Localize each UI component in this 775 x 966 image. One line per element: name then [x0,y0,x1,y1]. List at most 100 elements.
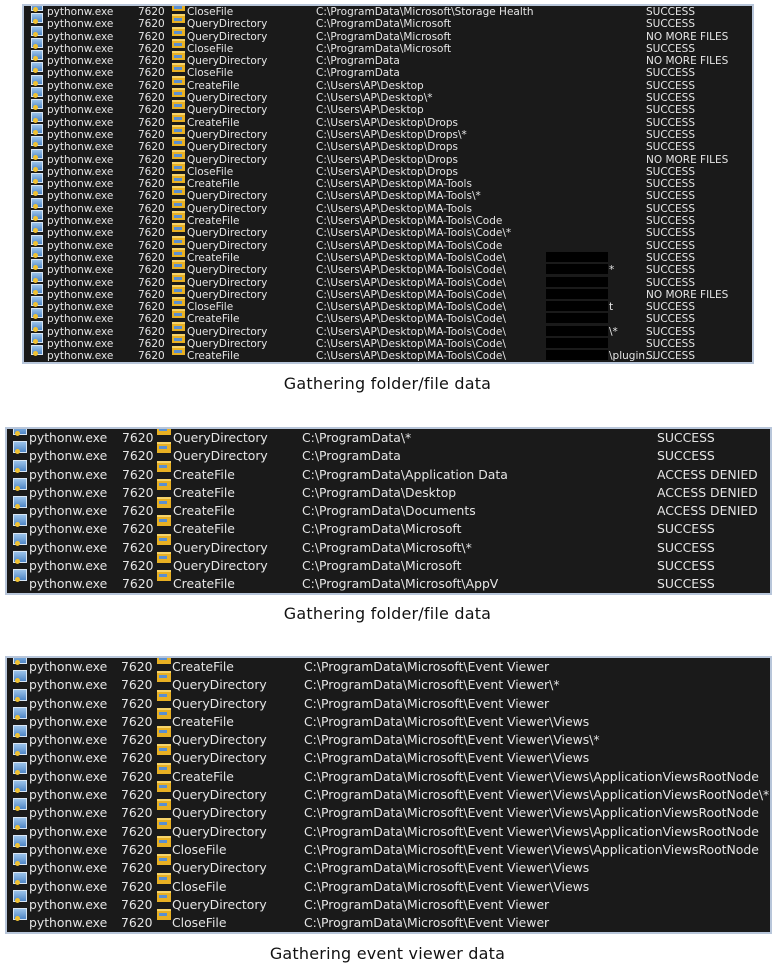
pid: 7620 [138,313,165,326]
result: SUCCESS [646,92,695,105]
path: C:\ProgramData\* [302,430,412,445]
event-row[interactable]: pythonw.exe 7620 CloseFile C:\ProgramData\M… [24,6,752,18]
event-row[interactable]: pythonw.exe 7620 CreateFile C:\ProgramData\… [7,496,770,520]
event-row[interactable]: pythonw.exe 7620 CreateFile C:\Users\AP\Des… [24,74,752,92]
event-row[interactable]: pythonw.exe 7620 QueryDirectory C:\Users\AP… [24,185,752,203]
event-row[interactable]: pythonw.exe 7620 QueryDirectory C:\Users\AP… [24,234,752,252]
event-row[interactable]: pythonw.exe 7620 QueryDirectory C:\Users\AP… [24,197,752,215]
pid: 7620 [122,484,154,500]
event-row[interactable]: pythonw.exe 7620 CloseFile C:\ProgramData\M… [7,834,770,859]
file-operation-icon [172,63,185,73]
process-name: pythonw.exe [47,141,114,154]
event-row[interactable]: pythonw.exe 7620 QueryDirectory C:\ProgramD… [7,816,770,841]
file-operation-icon [172,186,185,196]
event-row[interactable]: pythonw.exe 7620 QueryDirectory C:\Users\AP… [24,259,752,277]
event-row[interactable]: pythonw.exe 7620 QueryDirectory C:\Users\AP… [24,222,752,240]
python-process-icon [13,761,27,775]
python-process-icon [31,50,43,62]
event-row[interactable]: pythonw.exe 7620 QueryDirectory C:\ProgramD… [7,798,770,822]
operation: QueryDirectory [187,141,268,154]
pid: 7620 [121,768,153,784]
process-name: pythonw.exe [29,677,108,693]
event-row[interactable]: pythonw.exe 7620 CloseFile C:\ProgramData\M… [24,37,752,55]
path: C:\Users\AP\Desktop\MA-Tools\Code [316,239,503,252]
process-name: pythonw.exe [47,104,114,117]
operation: CloseFile [187,165,234,178]
event-row[interactable]: pythonw.exe 7620 QueryDirectory C:\ProgramD… [7,441,770,465]
event-row[interactable]: pythonw.exe 7620 QueryDirectory C:\Users\AP… [24,283,752,301]
operation: CloseFile [187,67,234,80]
event-row[interactable]: pythonw.exe 7620 QueryDirectory C:\ProgramD… [7,853,770,877]
process-name: pythonw.exe [29,558,108,574]
event-row[interactable]: pythonw.exe 7620 QueryDirectory C:\ProgramD… [7,780,770,804]
pid: 7620 [138,264,165,277]
result: SUCCESS [646,227,695,240]
event-row[interactable]: pythonw.exe 7620 QueryDirectory C:\ProgramD… [7,429,770,447]
event-row[interactable]: pythonw.exe 7620 QueryDirectory C:\Users\AP… [24,333,752,351]
event-row[interactable]: pythonw.exe 7620 CreateFile C:\Users\AP\Des… [24,111,752,129]
result: ACCESS DENIED [657,484,758,500]
path: C:\ProgramData\Microsoft\Storage Health [316,6,534,18]
event-row[interactable]: pythonw.exe 7620 CloseFile C:\ProgramData\M… [7,908,770,932]
operation: CloseFile [187,6,234,18]
event-row[interactable]: pythonw.exe 7620 QueryDirectory C:\ProgramD… [7,551,770,575]
event-row[interactable]: pythonw.exe 7620 CreateFile C:\Users\AP\Des… [24,246,752,264]
event-row[interactable]: pythonw.exe 7620 QueryDirectory C:\ProgramD… [7,688,770,713]
result: ACCESS DENIED [657,503,758,519]
operation: QueryDirectory [187,227,268,240]
event-row[interactable]: pythonw.exe 7620 QueryDirectory C:\ProgramD… [24,25,752,43]
event-row[interactable]: pythonw.exe 7620 CreateFile C:\ProgramData\… [7,706,770,731]
file-operation-icon [157,817,171,829]
event-row[interactable]: pythonw.exe 7620 CreateFile C:\ProgramData\… [7,658,770,676]
event-row[interactable]: pythonw.exe 7620 CloseFile C:\Users\AP\Desk… [24,296,752,313]
event-row[interactable]: pythonw.exe 7620 QueryDirectory C:\ProgramD… [7,725,770,749]
event-row[interactable]: pythonw.exe 7620 QueryDirectory C:\ProgramD… [24,50,752,67]
process-name: pythonw.exe [47,350,114,363]
operation: QueryDirectory [172,860,267,876]
file-operation-icon [172,297,185,307]
path: C:\Users\AP\Desktop\MA-Tools\* [316,190,481,203]
file-operation-icon [172,309,185,319]
path: C:\ProgramData\Microsoft\Event Viewer\* [304,677,560,693]
path: C:\Users\AP\Desktop\MA-Tools\Code\ [316,338,506,351]
event-row[interactable]: pythonw.exe 7620 CreateFile C:\ProgramData\… [7,514,770,538]
result: SUCCESS [646,190,695,203]
event-row[interactable]: pythonw.exe 7620 QueryDirectory C:\ProgramD… [7,889,770,914]
event-row[interactable]: pythonw.exe 7620 CreateFile C:\Users\AP\Des… [24,345,752,363]
process-name: pythonw.exe [47,30,114,43]
file-operation-icon [172,235,185,245]
pid: 7620 [121,787,153,803]
event-row[interactable]: pythonw.exe 7620 CloseFile C:\ProgramData\M… [7,871,770,896]
pid: 7620 [138,251,165,264]
file-operation-icon [172,38,185,48]
event-row[interactable]: pythonw.exe 7620 QueryDirectory C:\Users\AP… [24,123,752,141]
operation: QueryDirectory [187,30,268,43]
redaction-bar [546,276,608,287]
event-row[interactable]: pythonw.exe 7620 QueryDirectory C:\ProgramD… [24,13,752,30]
event-row[interactable]: pythonw.exe 7620 QueryDirectory C:\Users\AP… [24,87,752,105]
event-row[interactable]: pythonw.exe 7620 CreateFile C:\Users\AP\Des… [24,173,752,190]
event-row[interactable]: pythonw.exe 7620 QueryDirectory C:\ProgramD… [7,743,770,767]
event-row[interactable]: pythonw.exe 7620 CreateFile C:\ProgramData\… [7,477,770,502]
event-row[interactable]: pythonw.exe 7620 CreateFile C:\ProgramData\… [7,761,770,786]
operation: QueryDirectory [187,190,268,203]
event-row[interactable]: pythonw.exe 7620 CreateFile C:\ProgramData\… [7,459,770,484]
event-row[interactable]: pythonw.exe 7620 QueryDirectory C:\Users\AP… [24,136,752,154]
operation: QueryDirectory [187,92,268,105]
event-row[interactable]: pythonw.exe 7620 QueryDirectory C:\Users\AP… [24,148,752,166]
event-row[interactable]: pythonw.exe 7620 CreateFile C:\Users\AP\Des… [24,308,752,326]
event-row[interactable]: pythonw.exe 7620 CreateFile C:\Users\AP\Des… [24,210,752,227]
event-row[interactable]: pythonw.exe 7620 CloseFile C:\Users\AP\Desk… [24,160,752,178]
pid: 7620 [138,67,165,80]
process-name: pythonw.exe [29,430,108,445]
event-row[interactable]: pythonw.exe 7620 QueryDirectory C:\Users\AP… [24,99,752,117]
procmon-event-panel-1: pythonw.exe 7620 CloseFile C:\ProgramData\M… [22,4,754,364]
operation: QueryDirectory [172,823,267,839]
event-row[interactable]: pythonw.exe 7620 CloseFile C:\ProgramData SU… [24,62,752,80]
event-row[interactable]: pythonw.exe 7620 QueryDirectory C:\ProgramD… [7,670,770,694]
event-row[interactable]: pythonw.exe 7620 QueryDirectory C:\Users\AP… [24,271,752,289]
event-row[interactable]: pythonw.exe 7620 QueryDirectory C:\ProgramD… [7,532,770,557]
event-row[interactable]: pythonw.exe 7620 CreateFile C:\ProgramData\… [7,569,770,593]
process-name: pythonw.exe [47,42,114,55]
event-row[interactable]: pythonw.exe 7620 QueryDirectory C:\Users\AP… [24,320,752,338]
